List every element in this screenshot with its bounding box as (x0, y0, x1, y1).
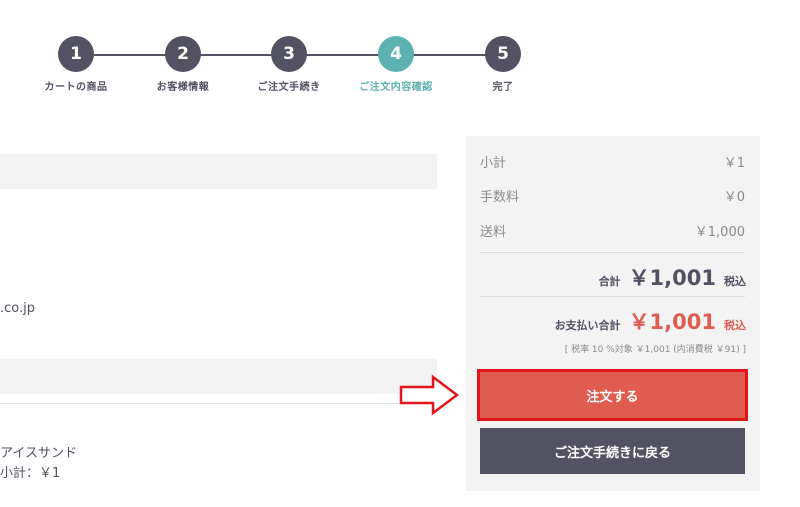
product-name: アイスサンド (0, 446, 77, 461)
payment-total-label: お支払い合計 (554, 319, 621, 332)
fee-value: ￥0 (723, 190, 745, 205)
step-label-2: お客様情報 (156, 82, 210, 93)
tax-breakdown-note: [ 税率 10 %対象 ￥1,001 (内消費税 ￥91) ] (564, 345, 746, 355)
shipping-label: 送料 (480, 225, 507, 240)
order-summary: 小計 ￥1 手数料 ￥0 送料 ￥1,000 合計 ￥1,001 税込 お支払い… (466, 136, 760, 491)
step-label-1: カートの商品 (44, 82, 108, 93)
total-tax-label: 税込 (724, 275, 746, 288)
summary-separator (480, 252, 745, 253)
product-subtotal: 小計：￥1 (0, 466, 61, 481)
step-circle-2: 2 (165, 36, 201, 72)
product-section-header (0, 359, 437, 394)
email-text: .co.jp (0, 301, 36, 316)
customer-section-header (0, 154, 437, 189)
step-circle-1: 1 (58, 36, 94, 72)
step-label-4: ご注文内容確認 (359, 82, 433, 93)
subtotal-value: ￥1 (723, 156, 745, 171)
subtotal-label: 小計 (480, 156, 507, 171)
step-circle-4: 4 (378, 36, 414, 72)
summary-separator (480, 296, 745, 297)
section-divider (0, 403, 437, 404)
back-to-checkout-button[interactable]: ご注文手続きに戻る (480, 428, 745, 474)
shipping-value: ￥1,000 (694, 225, 745, 240)
fee-label: 手数料 (480, 190, 520, 205)
payment-total-value: ￥1,001 (628, 310, 716, 334)
total-label: 合計 (598, 275, 621, 288)
total-value: ￥1,001 (628, 266, 716, 290)
step-label-3: ご注文手続き (257, 82, 321, 93)
arrow-right-icon (399, 374, 460, 416)
step-circle-3: 3 (271, 36, 307, 72)
place-order-button[interactable]: 注文する (477, 369, 748, 421)
payment-tax-label: 税込 (724, 319, 746, 332)
step-label-5: 完了 (492, 82, 514, 93)
checkout-stepper: 1 カートの商品 2 お客様情報 3 ご注文手続き 4 ご注文内容確認 5 完了 (0, 0, 800, 110)
step-circle-5: 5 (485, 36, 521, 72)
payment-total-row: お支払い合計 ￥1,001 税込 (555, 306, 746, 336)
total-row: 合計 ￥1,001 税込 (599, 262, 746, 292)
